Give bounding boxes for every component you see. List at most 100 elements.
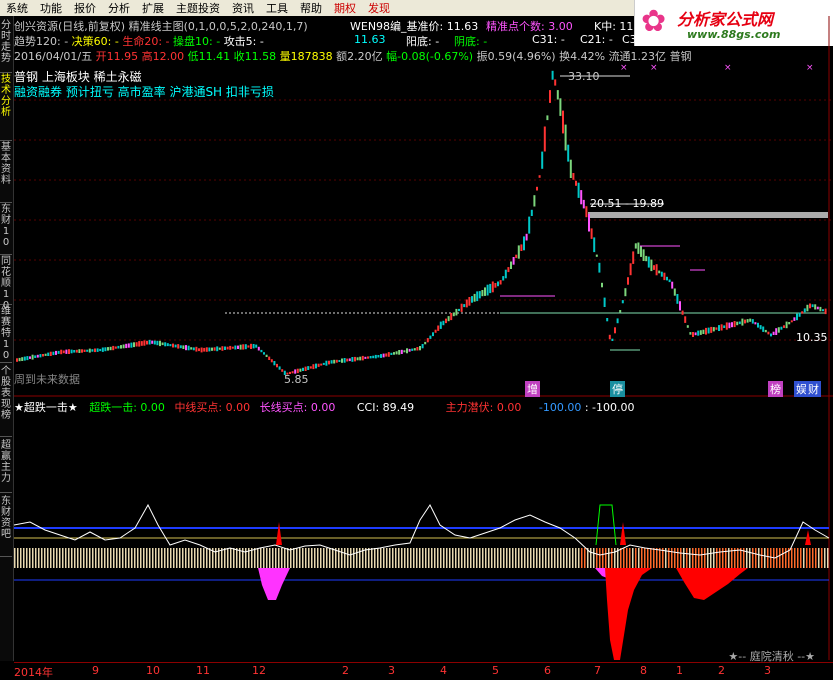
- histogram-bar: [701, 548, 703, 568]
- indicator-name[interactable]: ★超跌一击★: [14, 401, 78, 414]
- candle: [528, 216, 531, 234]
- histogram-bar: [764, 548, 766, 568]
- histogram-bar: [305, 548, 307, 568]
- axis-label: 6: [544, 664, 551, 677]
- candle: [671, 281, 674, 289]
- candle: [611, 338, 614, 341]
- indicator-main-force: 主力潜伏: 0.00: [445, 401, 522, 414]
- candle: [255, 344, 258, 348]
- bar-turnover: 换4.42%: [559, 50, 606, 63]
- event-tag-zeng[interactable]: 增: [525, 381, 540, 397]
- histogram-bar: [779, 548, 781, 568]
- histogram-bar: [752, 548, 754, 568]
- histogram-bar: [104, 548, 106, 568]
- candle: [432, 332, 434, 337]
- candle: [424, 341, 427, 345]
- candle: [88, 348, 91, 353]
- histogram-bar: [68, 548, 70, 568]
- candle: [218, 347, 221, 350]
- candle: [788, 322, 791, 325]
- candle: [86, 349, 89, 352]
- histogram-bar: [74, 548, 76, 568]
- histogram-bar: [644, 548, 646, 568]
- histogram-bar: [32, 548, 34, 568]
- candle: [538, 175, 541, 178]
- histogram-bar: [146, 548, 148, 568]
- candle: [577, 182, 580, 198]
- candle: [133, 342, 135, 348]
- histogram-bar: [647, 548, 649, 568]
- candle: [387, 352, 390, 357]
- histogram-bar: [284, 548, 286, 568]
- candle: [361, 355, 364, 361]
- histogram-bar: [518, 548, 520, 568]
- candle: [382, 353, 385, 358]
- candle: [307, 366, 310, 370]
- histogram-bar: [479, 548, 481, 568]
- candle: [757, 322, 759, 328]
- bar-volume: 量187838: [279, 50, 333, 63]
- candle: [120, 345, 122, 349]
- histogram-bar: [593, 548, 595, 568]
- histogram-bar: [209, 548, 211, 568]
- histogram-bar: [500, 548, 502, 568]
- histogram-bar: [335, 548, 337, 568]
- candle: [777, 327, 780, 333]
- candle: [460, 303, 463, 312]
- candle: [679, 301, 681, 311]
- histogram-bar: [56, 548, 58, 568]
- candle: [109, 346, 112, 351]
- histogram-bar: [434, 548, 436, 568]
- event-tag-ting[interactable]: 停: [610, 381, 625, 397]
- candle: [731, 322, 733, 328]
- candle: [458, 308, 460, 312]
- event-tag-bang[interactable]: 榜: [768, 381, 783, 397]
- histogram-bar: [581, 548, 583, 568]
- histogram-bar: [431, 548, 433, 568]
- c21: C21: -: [580, 33, 613, 46]
- candle: [640, 246, 642, 257]
- candle: [322, 362, 325, 365]
- histogram-bar: [287, 548, 289, 568]
- histogram-bar: [71, 548, 73, 568]
- candle: [772, 331, 775, 335]
- candle: [556, 90, 559, 100]
- svg-text:×: ×: [620, 63, 628, 73]
- histogram-bar: [350, 548, 352, 568]
- histogram-bar: [377, 548, 379, 568]
- histogram-bar: [110, 548, 112, 568]
- candle: [497, 281, 499, 287]
- candle: [749, 318, 752, 322]
- histogram-bar: [266, 548, 268, 568]
- histogram-bar: [62, 548, 64, 568]
- histogram-bar: [440, 548, 442, 568]
- candle: [746, 319, 749, 323]
- axis-label: 11: [196, 664, 210, 677]
- candle: [590, 228, 593, 239]
- candle: [416, 347, 419, 351]
- support-lines: [500, 245, 705, 351]
- event-tag-cai[interactable]: 财: [806, 381, 821, 397]
- candle: [582, 199, 585, 209]
- histogram-bar: [80, 548, 82, 568]
- indicator-cci: CCI: 89.49: [356, 401, 415, 414]
- axis-label: 12: [252, 664, 266, 677]
- candle: [31, 354, 34, 360]
- candle: [143, 340, 146, 346]
- histogram-bar: [671, 548, 673, 568]
- candle: [793, 317, 796, 321]
- histogram-bar: [368, 548, 370, 568]
- histogram-bar: [401, 548, 403, 568]
- candle: [257, 346, 260, 351]
- histogram-bar: [572, 548, 574, 568]
- candle: [684, 316, 687, 323]
- candle: [244, 344, 247, 350]
- candle: [169, 344, 172, 347]
- indicator-long-buy: 长线买点: 0.00: [259, 401, 336, 414]
- candle: [408, 348, 411, 352]
- candle: [55, 350, 57, 355]
- histogram-bar: [446, 548, 448, 568]
- histogram-bar: [332, 548, 334, 568]
- histogram-bar: [566, 548, 568, 568]
- histogram-bar: [26, 548, 28, 568]
